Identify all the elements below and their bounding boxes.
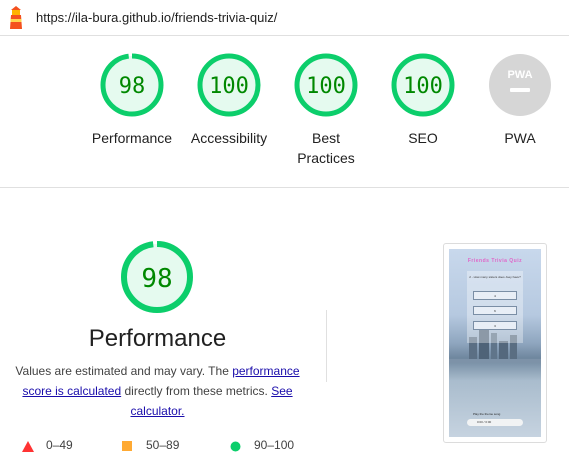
gauge-seo-score: 100 <box>403 74 443 99</box>
gauge-best-practices-label-line2: Practices <box>297 150 355 166</box>
desc-text-1: Values are estimated and may vary. The <box>15 364 233 378</box>
gauge-accessibility-score: 100 <box>209 74 249 99</box>
performance-gauge-large[interactable]: 98 <box>119 239 195 315</box>
gauge-accessibility-label: Accessibility <box>190 130 268 146</box>
vertical-divider <box>326 310 327 382</box>
pwa-badge-text: PWA <box>507 69 532 81</box>
legend-range-pass: 90–100 <box>254 438 295 452</box>
gauge-seo-label: SEO <box>408 130 438 146</box>
thumb-answer-2[interactable]: 6 <box>473 306 517 315</box>
section-divider <box>0 187 569 188</box>
report-url-bar: https://ila-bura.github.io/friends-trivi… <box>0 0 569 36</box>
gauge-performance-score: 98 <box>119 74 146 99</box>
gauge-best-practices[interactable]: 100 Best Practices <box>281 52 371 168</box>
thumb-title: Friends Trivia Quiz <box>467 258 523 264</box>
final-screenshot-thumbnail[interactable]: Friends Trivia Quiz 2 - How many sisters… <box>443 243 547 443</box>
thumb-audio-player[interactable]: 0:00 / 0:00 <box>467 419 523 426</box>
gauge-best-practices-label: Best Practices <box>281 128 371 168</box>
legend-range-fail: 0–49 <box>46 438 73 452</box>
gauge-accessibility-ring: 100 <box>197 53 261 117</box>
thumb-question-card: 2 - How many sisters does Joey have? 4 6… <box>467 271 523 343</box>
gauge-accessibility[interactable]: 100 Accessibility <box>184 52 274 148</box>
legend-range-average: 50–89 <box>146 438 180 452</box>
gauge-performance-label: Performance <box>91 130 173 146</box>
screenshot-image: Friends Trivia Quiz 2 - How many sisters… <box>449 249 541 437</box>
green-circle-icon <box>230 441 241 452</box>
gauge-performance-ring: 98 <box>100 53 164 117</box>
gauge-best-practices-label-line1: Best <box>311 130 340 146</box>
thumb-answer-1[interactable]: 4 <box>473 291 517 300</box>
thumb-question: 2 - How many sisters does Joey have? <box>469 275 521 279</box>
orange-square-icon <box>122 441 132 451</box>
report-url[interactable]: https://ila-bura.github.io/friends-trivi… <box>36 10 277 25</box>
red-triangle-icon <box>22 441 34 452</box>
gauge-seo[interactable]: 100 SEO <box>378 52 468 148</box>
performance-score-large: 98 <box>141 264 172 294</box>
performance-description: Values are estimated and may vary. The p… <box>10 361 305 421</box>
thumb-answer-3[interactable]: 3 <box>473 321 517 330</box>
gauge-seo-ring: 100 <box>391 53 455 117</box>
gauge-pwa[interactable]: PWA PWA <box>475 52 565 148</box>
thumb-player-time: 0:00 / 0:00 <box>477 420 492 424</box>
performance-heading: Performance <box>88 325 227 352</box>
thumb-footer: Play the theme song <box>473 412 501 416</box>
desc-text-2: directly from these metrics. <box>121 384 272 398</box>
pwa-badge-icon: PWA <box>489 54 551 116</box>
gauge-best-practices-score: 100 <box>306 74 346 99</box>
gauge-best-practices-ring: 100 <box>294 53 358 117</box>
gauge-performance[interactable]: 98 Performance <box>87 52 177 148</box>
gauge-pwa-label: PWA <box>504 130 536 146</box>
lighthouse-icon <box>10 6 22 29</box>
